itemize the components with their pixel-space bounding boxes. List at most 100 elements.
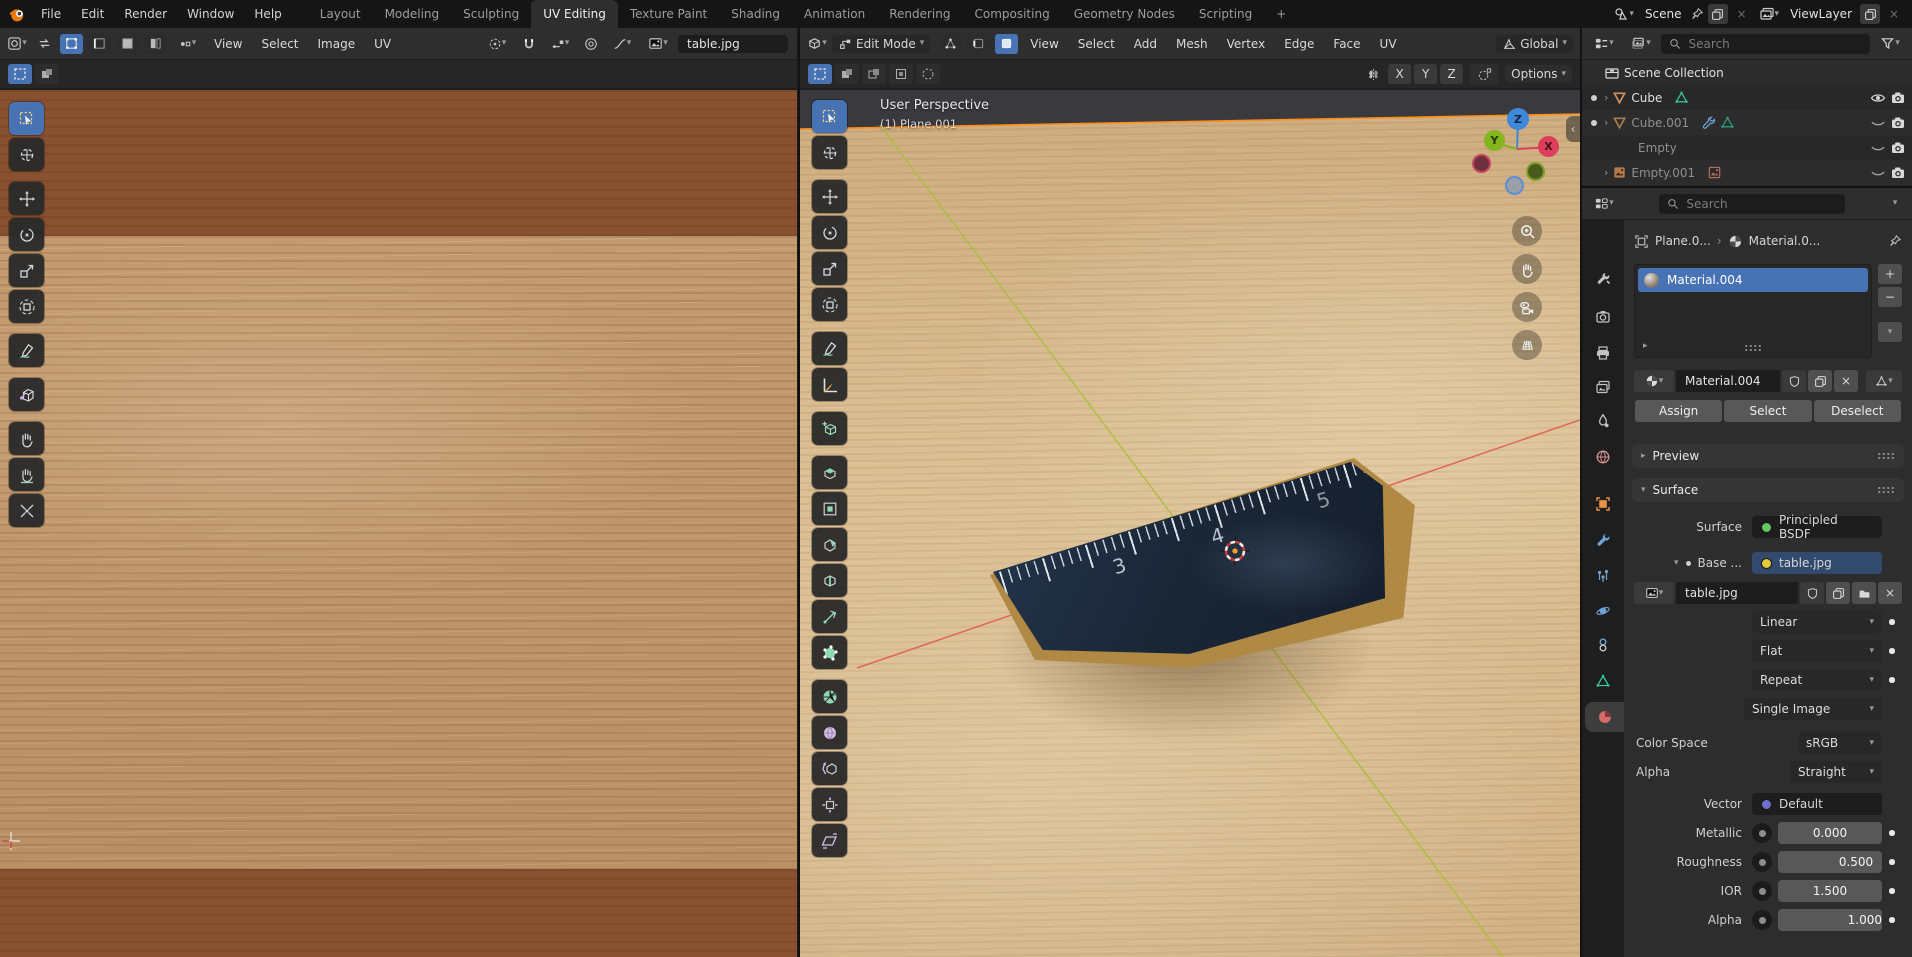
outliner-row-scene-collection[interactable]: Scene Collection xyxy=(1582,60,1912,85)
list-expand-icon[interactable]: ▸ xyxy=(1643,341,1648,351)
vp-tool-add-cube-button[interactable] xyxy=(812,412,847,445)
outliner-row-empty-001[interactable]: › Empty.001 xyxy=(1582,160,1912,185)
zoom-button[interactable] xyxy=(1512,216,1542,246)
animate-dot[interactable] xyxy=(1882,619,1902,625)
editor-type-button[interactable]: ▾ xyxy=(805,33,829,54)
proportional-editing-toggle[interactable] xyxy=(579,33,603,54)
vp-menu-face[interactable]: Face xyxy=(1325,37,1368,51)
gizmo-z-negative[interactable] xyxy=(1505,176,1524,195)
viewlayer-browse-icon[interactable]: ▾ xyxy=(1756,4,1783,24)
open-image-folder-button[interactable] xyxy=(1852,582,1876,604)
tab-shading[interactable]: Shading xyxy=(719,0,792,28)
image-name-field[interactable]: table.jpg xyxy=(1676,582,1798,604)
menu-help[interactable]: Help xyxy=(244,0,291,28)
slot-specials-button[interactable]: ▾ xyxy=(1878,322,1902,342)
uv-tool-cursor-button[interactable] xyxy=(9,138,44,171)
editor-type-button[interactable]: ▾ xyxy=(1587,193,1621,214)
breadcrumb-object[interactable]: Plane.0... xyxy=(1655,234,1711,248)
gizmo-x-axis[interactable]: X xyxy=(1538,136,1559,157)
uv-tool-rotate-button[interactable] xyxy=(9,218,44,251)
ruler-object[interactable]: 3 4 5 xyxy=(985,458,1430,758)
mirror-x-toggle[interactable]: X xyxy=(1388,64,1411,84)
vp-tool-shear-button[interactable] xyxy=(812,824,847,857)
vp-menu-view[interactable]: View xyxy=(1022,37,1066,51)
proportional-editing-options-icon[interactable] xyxy=(1469,64,1499,85)
vp-tool-select-box-button[interactable] xyxy=(812,100,847,133)
tab-physics[interactable] xyxy=(1582,596,1624,626)
scene-unlink-button[interactable]: × xyxy=(1732,4,1752,24)
tab-modeling[interactable]: Modeling xyxy=(373,0,452,28)
mirror-y-toggle[interactable]: Y xyxy=(1414,64,1437,84)
vp-tool-edge-slide-button[interactable] xyxy=(812,752,847,785)
tab-geometry-nodes[interactable]: Geometry Nodes xyxy=(1062,0,1187,28)
scene-name[interactable]: Scene xyxy=(1641,7,1686,21)
uv-select-mode-vertex[interactable] xyxy=(60,34,83,54)
eye-open-icon[interactable] xyxy=(1870,90,1886,106)
tab-scene[interactable] xyxy=(1582,406,1624,436)
menu-window[interactable]: Window xyxy=(177,0,244,28)
deselect-button[interactable]: Deselect xyxy=(1814,400,1901,422)
expand-arrow-icon[interactable]: › xyxy=(1604,91,1608,104)
base-color-chip[interactable]: table.jpg xyxy=(1752,552,1882,574)
alpha-socket[interactable] xyxy=(1752,910,1772,930)
uv-tool-scale-button[interactable] xyxy=(9,254,44,287)
uv-menu-select[interactable]: Select xyxy=(253,37,306,51)
falloff-dropdown[interactable]: ▾ xyxy=(606,33,638,54)
uv-sync-selection-toggle[interactable] xyxy=(32,33,56,54)
animate-dot[interactable] xyxy=(1882,917,1902,923)
vp-tool-annotate-button[interactable] xyxy=(812,332,847,365)
extension-dropdown[interactable]: Repeat▾ xyxy=(1752,669,1882,691)
animate-dot[interactable] xyxy=(1882,648,1902,654)
eye-closed-icon[interactable] xyxy=(1870,115,1886,131)
breadcrumb-material[interactable]: Material.0... xyxy=(1749,234,1821,248)
menu-edit[interactable]: Edit xyxy=(71,0,114,28)
tab-world[interactable] xyxy=(1582,442,1624,472)
material-name-field[interactable]: Material.004 xyxy=(1676,370,1780,392)
vp-tool-poly-build-button[interactable] xyxy=(812,636,847,669)
uv-tool-annotate-button[interactable] xyxy=(9,334,44,367)
tab-view-layer[interactable] xyxy=(1582,372,1624,402)
mirror-z-toggle[interactable]: Z xyxy=(1440,64,1463,84)
snap-target-dropdown[interactable]: ▾ xyxy=(544,33,576,54)
image-browse-button[interactable]: ▾ xyxy=(1634,582,1674,604)
uv-select-mode-island[interactable] xyxy=(144,34,167,54)
tab-texture-paint[interactable]: Texture Paint xyxy=(618,0,719,28)
properties-search-input[interactable] xyxy=(1684,196,1837,212)
pin-icon[interactable] xyxy=(1888,234,1902,248)
select-mode-subtract-icon[interactable] xyxy=(862,64,886,84)
roughness-socket[interactable] xyxy=(1752,852,1772,872)
outliner-display-mode-button[interactable]: ▾ xyxy=(1587,33,1621,54)
vp-tool-rotate-button[interactable] xyxy=(812,216,847,249)
list-resize-grip[interactable] xyxy=(1744,344,1762,352)
material-browse-button[interactable]: ▾ xyxy=(1634,370,1674,392)
ior-slider[interactable]: 1.500 xyxy=(1778,880,1882,902)
uv-menu-view[interactable]: View xyxy=(206,37,250,51)
vp-tool-cursor-button[interactable] xyxy=(812,136,847,169)
uv-canvas[interactable] xyxy=(0,90,797,957)
vp-tool-scale-button[interactable] xyxy=(812,252,847,285)
assign-button[interactable]: Assign xyxy=(1635,400,1722,422)
animate-dot[interactable] xyxy=(1882,888,1902,894)
panel-grip-icon[interactable] xyxy=(1877,486,1895,494)
scene-new-copy-button[interactable] xyxy=(1708,4,1728,24)
expand-arrow-icon[interactable]: › xyxy=(1604,166,1608,179)
tab-object[interactable] xyxy=(1582,489,1624,519)
image-name-field[interactable]: table.jpg xyxy=(678,35,788,53)
scene-browse-icon[interactable]: ▾ xyxy=(1610,4,1637,24)
editor-type-button[interactable]: ▾ xyxy=(5,33,29,54)
uv-menu-image[interactable]: Image xyxy=(310,37,364,51)
panel-grip-icon[interactable] xyxy=(1877,452,1895,460)
mode-selector[interactable]: Edit Mode ▾ xyxy=(832,35,930,53)
viewlayer-name[interactable]: ViewLayer xyxy=(1786,7,1856,21)
vp-tool-smooth-button[interactable] xyxy=(812,716,847,749)
vp-menu-edge[interactable]: Edge xyxy=(1276,37,1322,51)
uv-tool-relax-button[interactable] xyxy=(9,458,44,491)
gizmo-y-axis[interactable]: Y xyxy=(1484,130,1505,151)
properties-search[interactable] xyxy=(1659,194,1845,214)
uv-tool-rip-region-button[interactable] xyxy=(9,378,44,411)
uv-tool-pinch-button[interactable] xyxy=(9,494,44,527)
transform-orientation-dropdown[interactable]: Global ▾ xyxy=(1496,35,1573,53)
tab-animation[interactable]: Animation xyxy=(792,0,877,28)
mesh-symmetry-icon[interactable] xyxy=(1361,64,1385,85)
uv-tool-tweak-button[interactable] xyxy=(9,102,44,135)
